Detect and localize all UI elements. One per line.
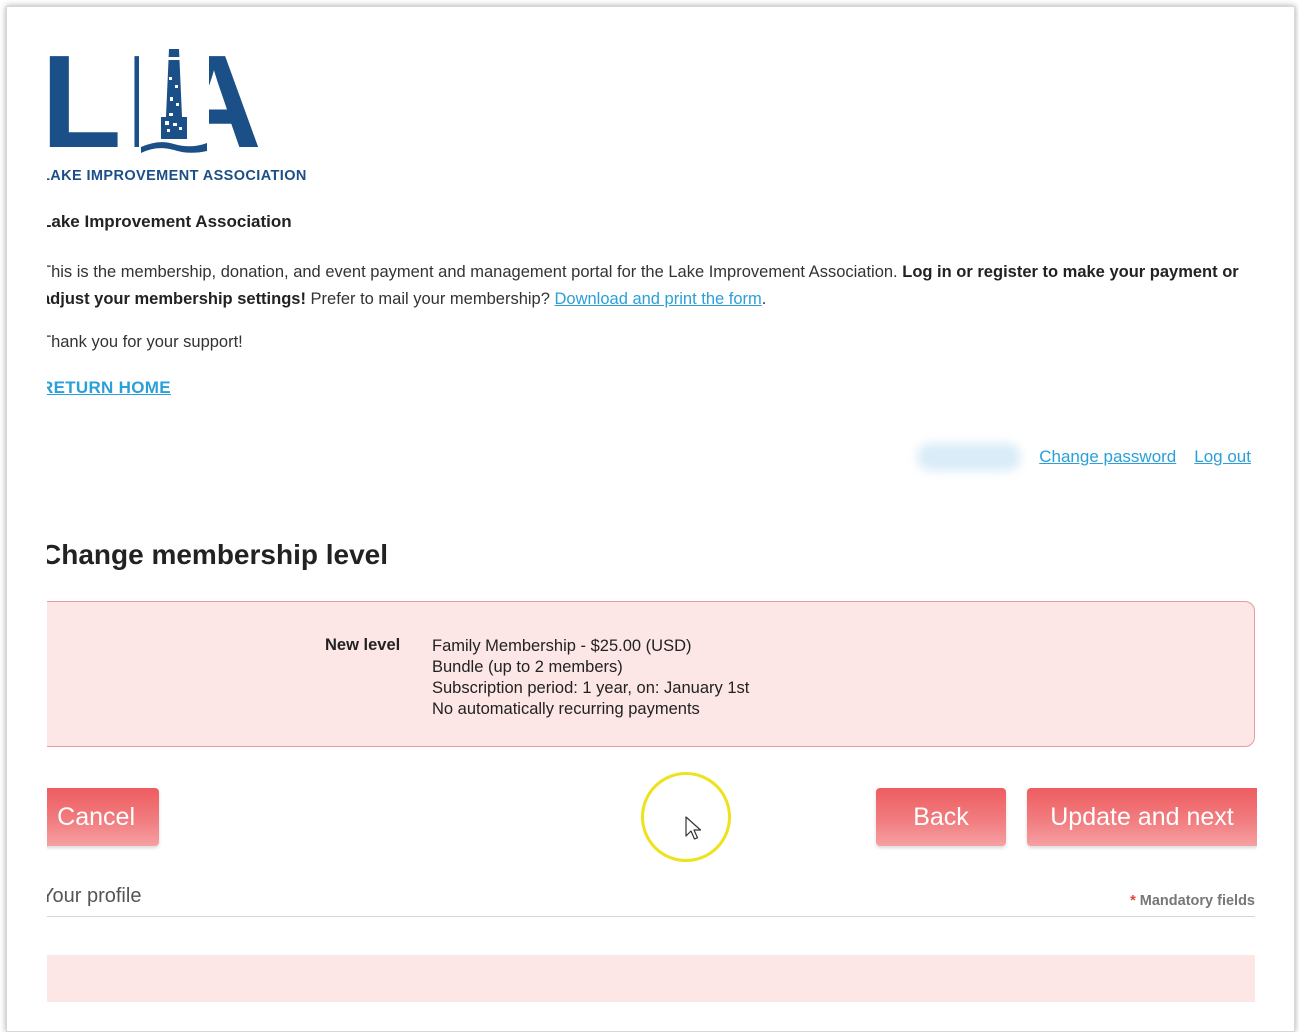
- intro-paragraph: This is the membership, donation, and ev…: [47, 259, 1251, 313]
- user-name-redacted: [917, 443, 1022, 471]
- level-line-recurring: No automatically recurring payments: [432, 700, 700, 718]
- level-line-name: Family Membership - $25.00 (USD): [432, 637, 692, 655]
- mouse-cursor-icon: [685, 816, 702, 840]
- page-title: Change membership level: [47, 539, 389, 570]
- change-password-link[interactable]: Change password: [1039, 447, 1176, 467]
- organization-title: Lake Improvement Association: [47, 212, 292, 231]
- intro-text-mail: Prefer to mail your membership?: [305, 290, 555, 308]
- browser-frame: LIA LAKE: [6, 6, 1295, 1032]
- profile-section-header: Your profile * Mandatory fields: [47, 885, 1255, 917]
- cancel-button[interactable]: Cancel: [47, 788, 159, 846]
- new-level-panel: New level Family Membership - $25.00 (US…: [47, 601, 1255, 747]
- back-button[interactable]: Back: [876, 788, 1006, 846]
- new-level-details: Family Membership - $25.00 (USD) Bundle …: [432, 636, 749, 720]
- lighthouse-icon: [139, 47, 209, 159]
- intro-text-end: .: [761, 290, 767, 308]
- level-line-period: Subscription period: 1 year, on: January…: [432, 679, 750, 697]
- log-out-link[interactable]: Log out: [1194, 447, 1251, 467]
- update-and-next-button[interactable]: Update and next: [1027, 788, 1257, 846]
- new-level-label: New level: [325, 636, 401, 654]
- download-form-link[interactable]: Download and print the form: [554, 290, 761, 308]
- page-viewport: LIA LAKE: [47, 7, 1257, 1031]
- logo-tagline: LAKE IMPROVEMENT ASSOCIATION: [47, 168, 307, 184]
- intro-text: This is the membership, donation, and ev…: [47, 263, 903, 281]
- mandatory-star: *: [1130, 893, 1136, 909]
- level-line-bundle: Bundle (up to 2 members): [432, 658, 623, 676]
- profile-section-band: [47, 955, 1255, 1002]
- lia-logo[interactable]: LIA LAKE: [47, 36, 341, 187]
- mandatory-fields-text: Mandatory fields: [1139, 893, 1255, 909]
- user-bar: Change password Log out: [917, 443, 1251, 471]
- thanks-text: Thank you for your support!: [47, 333, 243, 351]
- mandatory-fields-note: * Mandatory fields: [1130, 893, 1255, 909]
- return-home-link[interactable]: RETURN HOME: [47, 378, 171, 398]
- profile-section-title: Your profile: [47, 885, 142, 907]
